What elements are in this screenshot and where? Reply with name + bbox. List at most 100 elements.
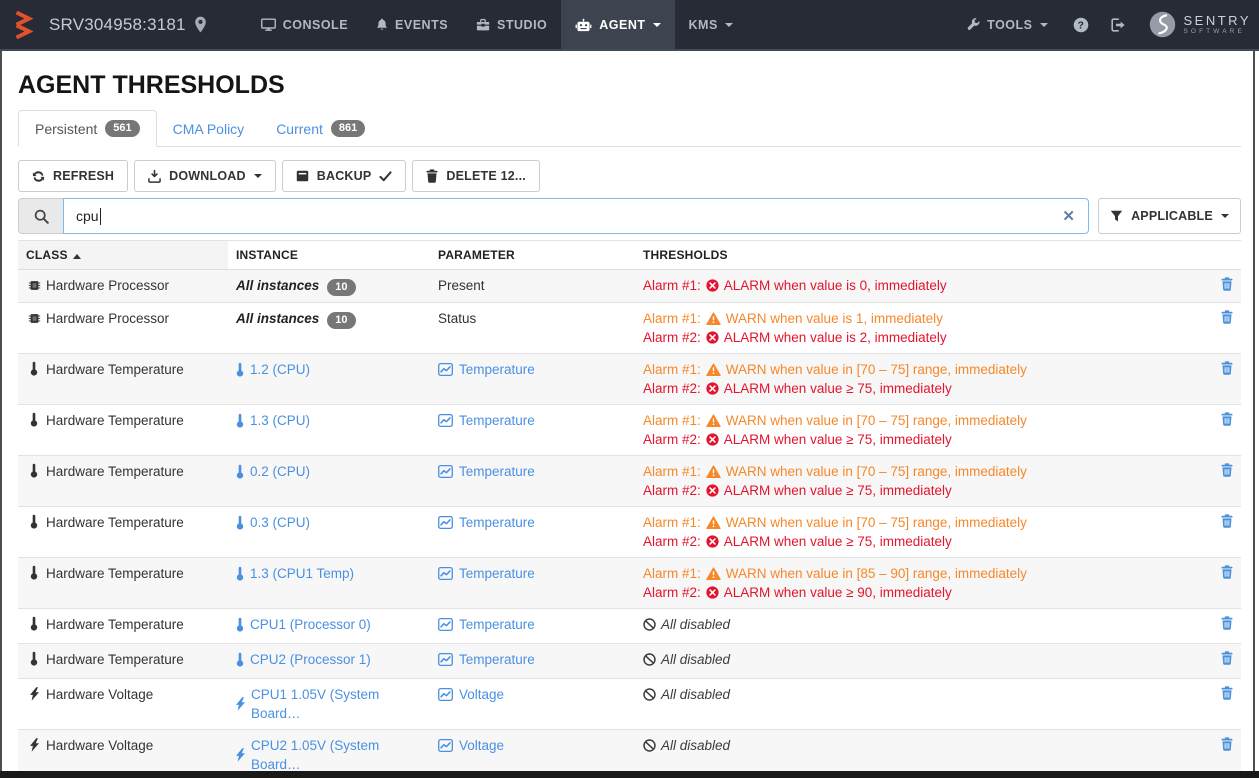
thermometer-icon xyxy=(26,616,42,631)
threshold-line: Alarm #2:ALARM when value ≥ 90, immediat… xyxy=(643,583,1193,602)
tab-current[interactable]: Current 861 xyxy=(260,110,381,147)
class-label: Hardware Temperature xyxy=(46,652,184,667)
delete-row-button[interactable] xyxy=(1215,309,1239,328)
instance-count-badge: 10 xyxy=(327,312,355,329)
nav-agent[interactable]: AGENT xyxy=(561,0,674,49)
parameter-link[interactable]: Temperature xyxy=(438,462,535,481)
threshold-line: Alarm #2:ALARM when value ≥ 75, immediat… xyxy=(643,379,1193,398)
header-class[interactable]: CLASS xyxy=(18,241,228,270)
instance-link[interactable]: CPU2 1.05V (System Board… xyxy=(236,736,422,774)
trash-icon xyxy=(1221,463,1233,477)
trash-icon xyxy=(1221,651,1233,665)
delete-row-button[interactable] xyxy=(1215,360,1239,379)
instance-link[interactable]: CPU1 1.05V (System Board… xyxy=(236,685,422,723)
download-icon xyxy=(148,170,161,183)
archive-box-icon xyxy=(296,170,309,182)
refresh-button[interactable]: REFRESH xyxy=(18,160,128,192)
trash-icon xyxy=(1221,514,1233,528)
table-row: Hardware ProcessorAll instances10Present… xyxy=(18,270,1241,303)
delete-button[interactable]: DELETE 12... xyxy=(412,160,540,192)
table-row: Hardware TemperatureCPU1 (Processor 0)Te… xyxy=(18,609,1241,644)
nav-label: KMS xyxy=(689,18,718,32)
search-value: cpu xyxy=(76,208,99,224)
instance-label: All instances xyxy=(236,278,319,293)
alarm-circle-icon xyxy=(706,279,719,292)
parameter-link[interactable]: Temperature xyxy=(438,411,535,430)
header-instance[interactable]: INSTANCE xyxy=(228,241,430,270)
svg-text:?: ? xyxy=(1077,19,1084,31)
header-actions xyxy=(1201,241,1241,270)
tab-cma-policy[interactable]: CMA Policy xyxy=(157,110,261,147)
instance-link[interactable]: CPU2 (Processor 1) xyxy=(236,650,371,669)
instance-link[interactable]: 1.3 (CPU1 Temp) xyxy=(236,564,354,583)
sort-asc-icon xyxy=(73,254,81,259)
threshold-line: Alarm #2:ALARM when value ≥ 75, immediat… xyxy=(643,430,1193,449)
alarm-circle-icon xyxy=(706,433,719,446)
delete-row-button[interactable] xyxy=(1215,462,1239,481)
location-pin-icon xyxy=(194,16,207,33)
parameter-link[interactable]: Voltage xyxy=(438,736,504,755)
tab-label: CMA Policy xyxy=(173,121,245,137)
trash-icon xyxy=(1221,686,1233,700)
delete-row-button[interactable] xyxy=(1215,411,1239,430)
instance-link[interactable]: 1.2 (CPU) xyxy=(236,360,310,379)
logout-icon xyxy=(1111,18,1126,32)
logout-button[interactable] xyxy=(1100,0,1137,49)
delete-row-button[interactable] xyxy=(1215,650,1239,669)
tab-badge: 861 xyxy=(331,120,365,137)
help-button[interactable]: ? xyxy=(1062,0,1100,49)
alarm-prefix: Alarm #1: xyxy=(643,309,701,328)
nav-events[interactable]: EVENTS xyxy=(362,0,462,49)
tab-persistent[interactable]: Persistent 561 xyxy=(18,110,157,147)
parameter-link[interactable]: Temperature xyxy=(438,615,535,634)
delete-row-button[interactable] xyxy=(1215,276,1239,295)
tab-label: Persistent xyxy=(35,121,97,137)
search-row: cpu ✕ APPLICABLE xyxy=(18,198,1241,234)
brand-line1: SENTRY xyxy=(1184,14,1252,28)
delete-row-button[interactable] xyxy=(1215,513,1239,532)
parameter-link[interactable]: Temperature xyxy=(438,513,535,532)
instance-label: 0.2 (CPU) xyxy=(250,462,310,481)
instance-link[interactable]: 1.3 (CPU) xyxy=(236,411,310,430)
class-label: Hardware Voltage xyxy=(46,738,153,753)
tabs: Persistent 561 CMA Policy Current 861 xyxy=(18,110,1241,147)
thermometer-icon xyxy=(26,514,42,529)
footer-bar xyxy=(0,771,1259,778)
thermometer-icon xyxy=(26,361,42,376)
search-icon xyxy=(34,209,49,224)
alarm-prefix: Alarm #2: xyxy=(643,481,701,500)
delete-row-button[interactable] xyxy=(1215,564,1239,583)
instance-link[interactable]: 0.3 (CPU) xyxy=(236,513,310,532)
threshold-text: WARN when value is 1, immediately xyxy=(726,309,943,328)
instance-link[interactable]: CPU1 (Processor 0) xyxy=(236,615,371,634)
warning-triangle-icon xyxy=(706,363,721,376)
parameter-link[interactable]: Voltage xyxy=(438,685,504,704)
header-thresholds[interactable]: THRESHOLDS xyxy=(635,241,1201,270)
parameter-link[interactable]: Temperature xyxy=(438,564,535,583)
parameter-label: Temperature xyxy=(459,411,535,430)
threshold-text: WARN when value in [70 – 75] range, imme… xyxy=(726,513,1027,532)
clear-search-icon[interactable]: ✕ xyxy=(1062,209,1075,224)
header-parameter[interactable]: PARAMETER xyxy=(430,241,635,270)
search-input[interactable]: cpu ✕ xyxy=(63,198,1089,234)
delete-row-button[interactable] xyxy=(1215,615,1239,634)
applicable-filter-button[interactable]: APPLICABLE xyxy=(1098,198,1241,234)
thermometer-icon xyxy=(26,412,42,427)
nav-console[interactable]: CONSOLE xyxy=(247,0,362,49)
bmc-logo-icon[interactable] xyxy=(12,10,39,40)
nav-tools[interactable]: TOOLS xyxy=(953,0,1061,49)
thermometer-icon xyxy=(236,617,244,632)
nav-studio[interactable]: STUDIO xyxy=(462,0,561,49)
parameter-link[interactable]: Temperature xyxy=(438,360,535,379)
threshold-text: WARN when value in [85 – 90] range, imme… xyxy=(726,564,1027,583)
alarm-prefix: Alarm #2: xyxy=(643,583,701,602)
instance-link[interactable]: 0.2 (CPU) xyxy=(236,462,310,481)
delete-row-button[interactable] xyxy=(1215,685,1239,704)
download-button[interactable]: DOWNLOAD xyxy=(134,160,276,192)
server-selector[interactable]: SRV304958:3181 xyxy=(49,15,207,35)
nav-kms[interactable]: KMS xyxy=(675,0,747,49)
delete-row-button[interactable] xyxy=(1215,736,1239,755)
parameter-link[interactable]: Temperature xyxy=(438,650,535,669)
backup-button[interactable]: BACKUP xyxy=(282,160,407,192)
alarm-prefix: Alarm #1: xyxy=(643,411,701,430)
